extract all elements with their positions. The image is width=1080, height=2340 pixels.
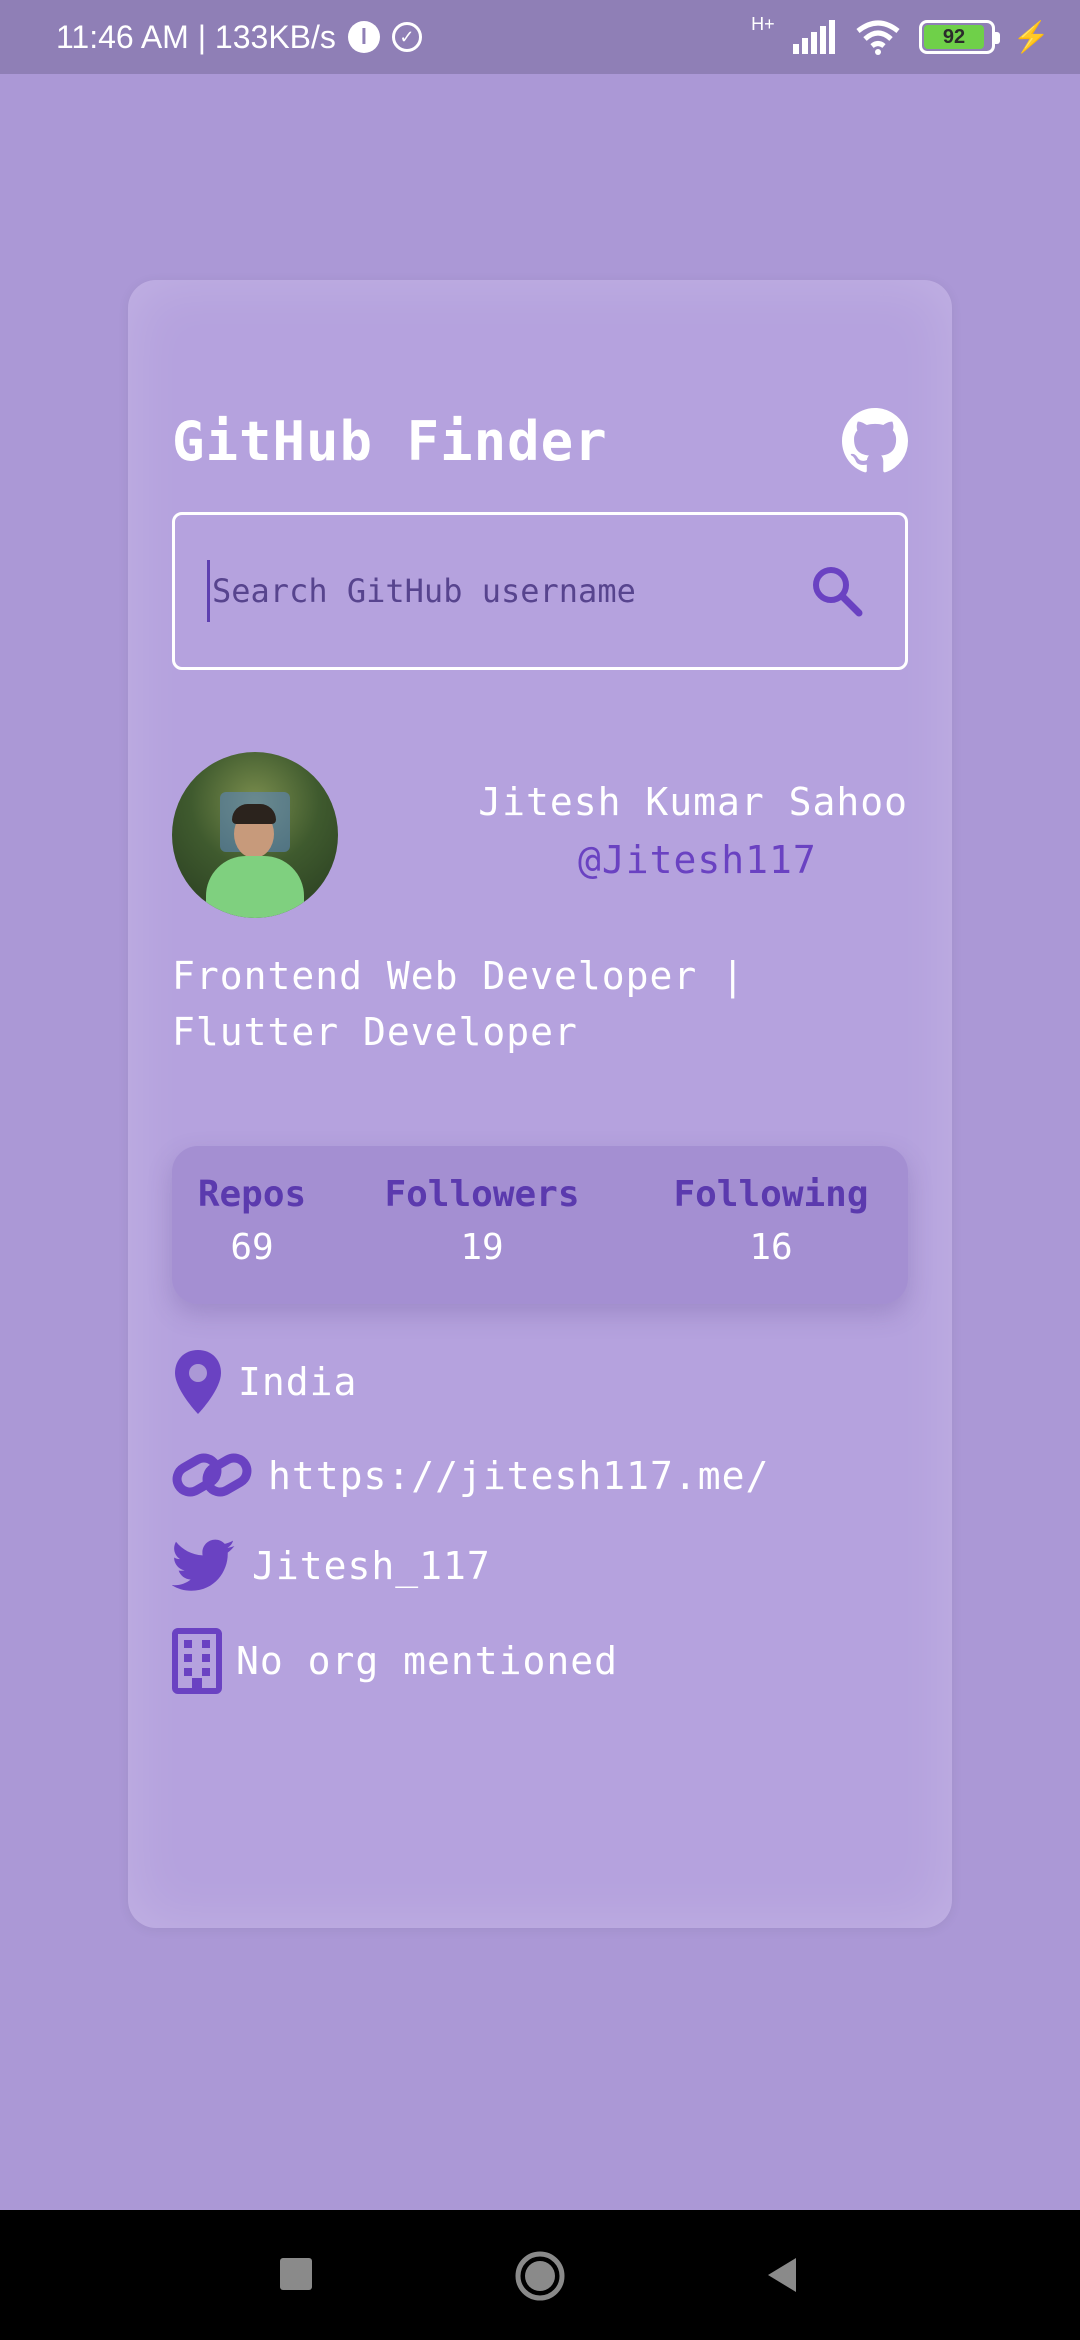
- stat-repos: Repos 69: [172, 1174, 332, 1268]
- info-twitter: Jitesh_117: [172, 1538, 491, 1594]
- stat-label: Followers: [384, 1174, 580, 1215]
- network-type: H+: [751, 14, 775, 34]
- search-icon[interactable]: [809, 563, 865, 619]
- twitter-icon: [172, 1539, 235, 1591]
- blog-link[interactable]: https://jitesh117.me/: [268, 1454, 769, 1498]
- battery-icon: 92: [918, 20, 1000, 54]
- back-icon[interactable]: [764, 2256, 798, 2294]
- profile-username[interactable]: @Jitesh117: [578, 838, 817, 882]
- recents-icon[interactable]: [280, 2258, 312, 2290]
- info-location: India: [172, 1348, 357, 1416]
- avatar: [172, 752, 338, 918]
- app-notification-icon: l: [347, 21, 380, 53]
- location-text: India: [238, 1360, 358, 1404]
- status-right: H+ 92 ⚡: [751, 0, 1050, 74]
- github-icon[interactable]: [842, 408, 908, 474]
- home-icon[interactable]: [514, 2250, 566, 2302]
- profile-bio: Frontend Web Developer | Flutter Develop…: [172, 954, 746, 1054]
- navigation-bar: [0, 2210, 1080, 2340]
- stat-label: Following: [673, 1174, 869, 1215]
- status-bar: 11:46 AM | 133KB/s l ✓ H+ 92 ⚡: [0, 0, 1080, 74]
- info-company: No org mentioned: [172, 1628, 618, 1694]
- building-icon: [172, 1628, 222, 1694]
- finder-card: GitHub Finder Jitesh Kumar Sahoo @Jitesh…: [128, 280, 952, 1928]
- stat-value: 16: [749, 1227, 793, 1268]
- stat-value: 19: [460, 1227, 504, 1268]
- company-text: No org mentioned: [236, 1639, 619, 1683]
- page-title: GitHub Finder: [172, 410, 608, 473]
- search-input[interactable]: [207, 560, 809, 622]
- stats-panel: Repos 69 Followers 19 Following 16: [172, 1146, 908, 1304]
- check-circle-icon: ✓: [391, 22, 422, 52]
- stat-value: 69: [230, 1227, 274, 1268]
- stat-label: Repos: [197, 1174, 307, 1215]
- link-icon: [172, 1453, 252, 1497]
- stat-followers: Followers 19: [372, 1174, 592, 1268]
- status-time-speed: 11:46 AM | 133KB/s: [56, 18, 336, 55]
- charging-icon: ⚡: [1012, 20, 1050, 54]
- search-box: [172, 512, 908, 670]
- stat-following: Following 16: [656, 1174, 886, 1268]
- profile-name: Jitesh Kumar Sahoo: [478, 780, 908, 824]
- info-blog: https://jitesh117.me/: [172, 1446, 769, 1506]
- battery-level: 92: [923, 25, 985, 49]
- signal-icon: [792, 20, 835, 54]
- twitter-handle[interactable]: Jitesh_117: [252, 1544, 491, 1588]
- wifi-icon: [856, 20, 900, 55]
- location-icon: [175, 1350, 221, 1414]
- status-left: 11:46 AM | 133KB/s l ✓: [56, 0, 422, 74]
